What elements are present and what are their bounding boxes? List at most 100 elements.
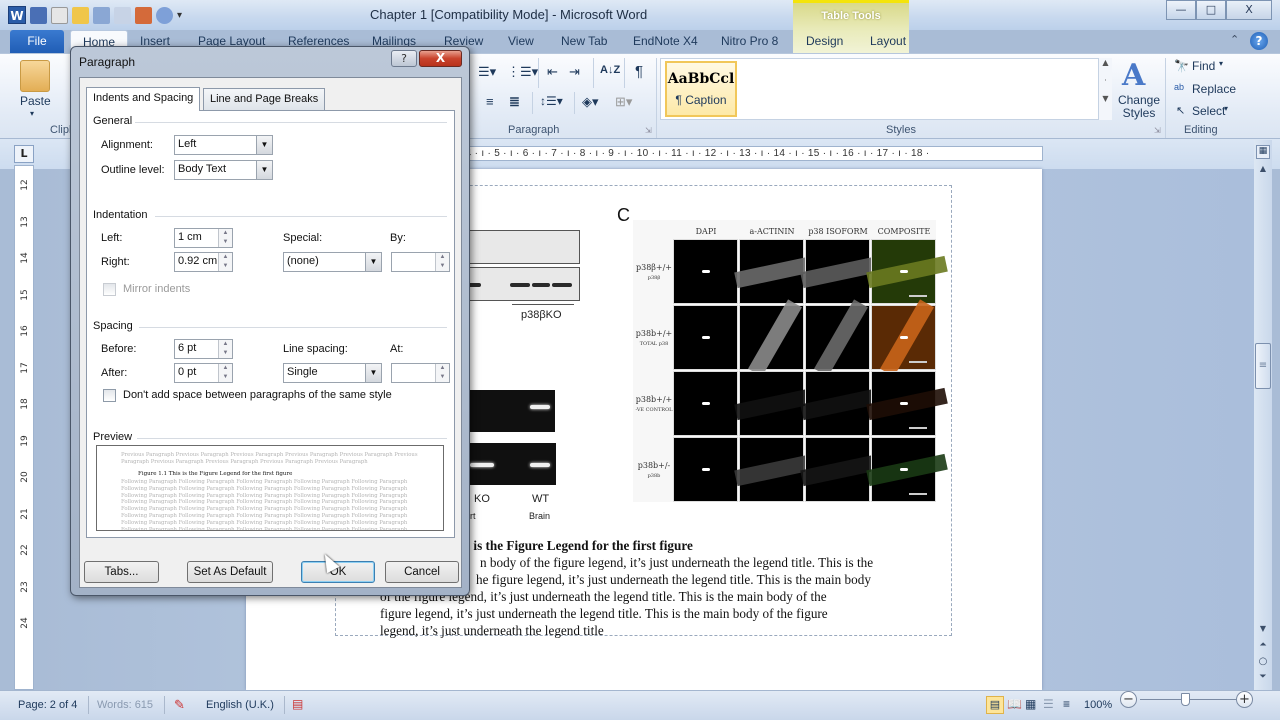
close-window-button[interactable]: X: [1226, 0, 1272, 20]
word-count[interactable]: Words: 615: [97, 699, 153, 711]
increase-indent-icon[interactable]: ⇥: [569, 64, 580, 80]
vertical-ruler[interactable]: 12 13 14 15 16 17 18 19 20 21 22 23 24: [14, 165, 34, 690]
paragraph-dialog-launcher-icon[interactable]: ⇲: [645, 126, 652, 135]
paste-button[interactable]: Paste: [20, 94, 51, 108]
spelling-icon[interactable]: [93, 6, 110, 24]
paste-dropdown-icon[interactable]: ▾: [30, 109, 34, 118]
line-spacing-select[interactable]: Single ▼: [283, 363, 382, 383]
styles-gallery-scroll[interactable]: ▲ · ▼: [1098, 58, 1112, 120]
sort-icon[interactable]: A↓Z: [600, 64, 620, 76]
scroll-up-arrow[interactable]: ▲: [1256, 164, 1270, 176]
vertical-scrollbar[interactable]: [1254, 140, 1272, 690]
tabs-button[interactable]: Tabs...: [84, 561, 159, 583]
web-layout-icon[interactable]: ▦: [1025, 697, 1036, 711]
spin-arrows-icon[interactable]: ▲ ▼: [435, 364, 449, 382]
find-dropdown-icon[interactable]: ▾: [1219, 59, 1223, 68]
minimize-button[interactable]: —: [1166, 0, 1196, 20]
replace-button[interactable]: Replace: [1192, 82, 1236, 96]
dont-add-space-checkbox[interactable]: [103, 389, 116, 402]
tab-new-tab[interactable]: New Tab: [555, 30, 613, 54]
macro-recording-icon[interactable]: ▤: [292, 697, 303, 711]
special-select[interactable]: (none) ▼: [283, 252, 382, 272]
multilevel-list-icon[interactable]: ⋮☰▾: [507, 64, 538, 80]
zoom-slider-thumb[interactable]: [1181, 693, 1190, 706]
zoom-out-button[interactable]: −: [1120, 691, 1137, 708]
print-layout-view-icon[interactable]: ▤: [986, 696, 1004, 714]
language-indicator[interactable]: English (U.K.): [206, 699, 274, 711]
replace-icon[interactable]: ab: [1174, 82, 1184, 92]
styles-dialog-launcher-icon[interactable]: ⇲: [1154, 126, 1161, 135]
microscopy-figure: DAPI a-ACTININ p38 ISOFORM COMPOSITE p38…: [633, 220, 948, 502]
minimize-ribbon-icon[interactable]: ⌃: [1230, 33, 1239, 46]
outline-view-icon[interactable]: ☰: [1043, 697, 1054, 711]
decrease-indent-icon[interactable]: ⇤: [547, 64, 558, 80]
previous-page-icon[interactable]: ⏶: [1256, 640, 1270, 654]
left-indent-input[interactable]: 1 cm ▲ ▼: [174, 228, 233, 248]
find-icon[interactable]: 🔭: [1174, 59, 1189, 73]
set-as-default-button[interactable]: Set As Default: [187, 561, 273, 583]
horizontal-ruler[interactable]: · 4 · ı · 5 · ı · 6 · ı · 7 · ı · 8 · ı …: [458, 146, 1043, 161]
next-page-icon[interactable]: ⏷: [1256, 672, 1270, 686]
mirror-indents-checkbox[interactable]: [103, 283, 116, 296]
select-button[interactable]: Select: [1192, 104, 1225, 118]
print-preview-icon[interactable]: [51, 6, 68, 24]
spin-arrows-icon[interactable]: ▲ ▼: [218, 340, 232, 358]
at-input[interactable]: ▲ ▼: [391, 363, 450, 383]
numbering-icon[interactable]: ☰▾: [478, 64, 496, 80]
select-icon[interactable]: ↖: [1176, 104, 1185, 117]
tab-layout[interactable]: Layout: [864, 30, 912, 54]
outline-level-select[interactable]: Body Text ▼: [174, 160, 273, 180]
change-styles-button[interactable]: Change Styles: [1117, 94, 1161, 120]
undo-icon[interactable]: [156, 6, 173, 24]
scrollbar-thumb[interactable]: ≡: [1255, 343, 1271, 389]
maximize-button[interactable]: □: [1196, 0, 1226, 20]
view-ruler-icon[interactable]: ▦: [1256, 145, 1270, 159]
tab-endnote[interactable]: EndNote X4: [627, 30, 704, 54]
tab-line-and-page-breaks[interactable]: Line and Page Breaks: [203, 88, 326, 110]
spin-arrows-icon[interactable]: ▲ ▼: [435, 253, 449, 271]
tab-view[interactable]: View: [502, 30, 540, 54]
spacing-before-input[interactable]: 6 pt ▲ ▼: [174, 339, 233, 359]
select-browse-object-icon[interactable]: ○: [1256, 656, 1270, 670]
align-right-icon[interactable]: ≡: [486, 94, 494, 109]
proofing-error-icon[interactable]: ✎: [174, 697, 185, 713]
cancel-button[interactable]: Cancel: [385, 561, 459, 583]
attach-icon[interactable]: [114, 6, 131, 24]
line-spacing-icon[interactable]: ↕☰▾: [540, 94, 563, 108]
style-caption[interactable]: AaBbCcl ¶ Caption: [665, 61, 737, 117]
spacing-after-input[interactable]: 0 pt ▲ ▼: [174, 363, 233, 383]
scroll-down-arrow[interactable]: ▼: [1256, 624, 1270, 636]
tab-selector[interactable]: L: [14, 145, 34, 163]
page-count[interactable]: Page: 2 of 4: [18, 699, 77, 711]
dialog-help-button[interactable]: ?: [391, 50, 417, 67]
word-logo-icon[interactable]: W: [8, 6, 26, 24]
change-styles-icon[interactable]: A: [1122, 58, 1145, 93]
find-button[interactable]: Find: [1192, 59, 1215, 73]
zoom-level[interactable]: 100%: [1084, 699, 1112, 711]
tab-indents-and-spacing[interactable]: Indents and Spacing: [86, 87, 201, 111]
shading-icon[interactable]: ◈▾: [582, 94, 599, 110]
alignment-select[interactable]: Left ▼: [174, 135, 273, 155]
save-icon[interactable]: [30, 6, 47, 24]
show-formatting-icon[interactable]: ¶: [635, 63, 643, 80]
tab-nitro[interactable]: Nitro Pro 8: [715, 30, 784, 54]
dialog-close-button[interactable]: X: [419, 50, 462, 67]
spin-arrows-icon[interactable]: ▲ ▼: [218, 229, 232, 247]
full-screen-reading-icon[interactable]: 📖: [1007, 697, 1022, 711]
paste-icon[interactable]: [20, 60, 50, 92]
tab-file[interactable]: File: [10, 30, 64, 54]
by-input[interactable]: ▲ ▼: [391, 252, 450, 272]
open-folder-icon[interactable]: [72, 6, 89, 24]
customize-qat-icon[interactable]: ▾: [177, 10, 182, 21]
borders-icon[interactable]: ⊞▾: [615, 94, 632, 110]
nitro-icon[interactable]: [135, 6, 152, 24]
right-indent-input[interactable]: 0.92 cm ▲ ▼: [174, 252, 233, 272]
zoom-in-button[interactable]: +: [1236, 691, 1253, 708]
spin-arrows-icon[interactable]: ▲ ▼: [218, 253, 232, 271]
tab-design[interactable]: Design: [800, 30, 849, 54]
select-dropdown-icon[interactable]: ▾: [1224, 104, 1228, 113]
justify-icon[interactable]: ≣: [509, 94, 520, 110]
draft-view-icon[interactable]: ≡: [1063, 697, 1070, 711]
spin-arrows-icon[interactable]: ▲ ▼: [218, 364, 232, 382]
help-icon[interactable]: ?: [1250, 32, 1268, 50]
